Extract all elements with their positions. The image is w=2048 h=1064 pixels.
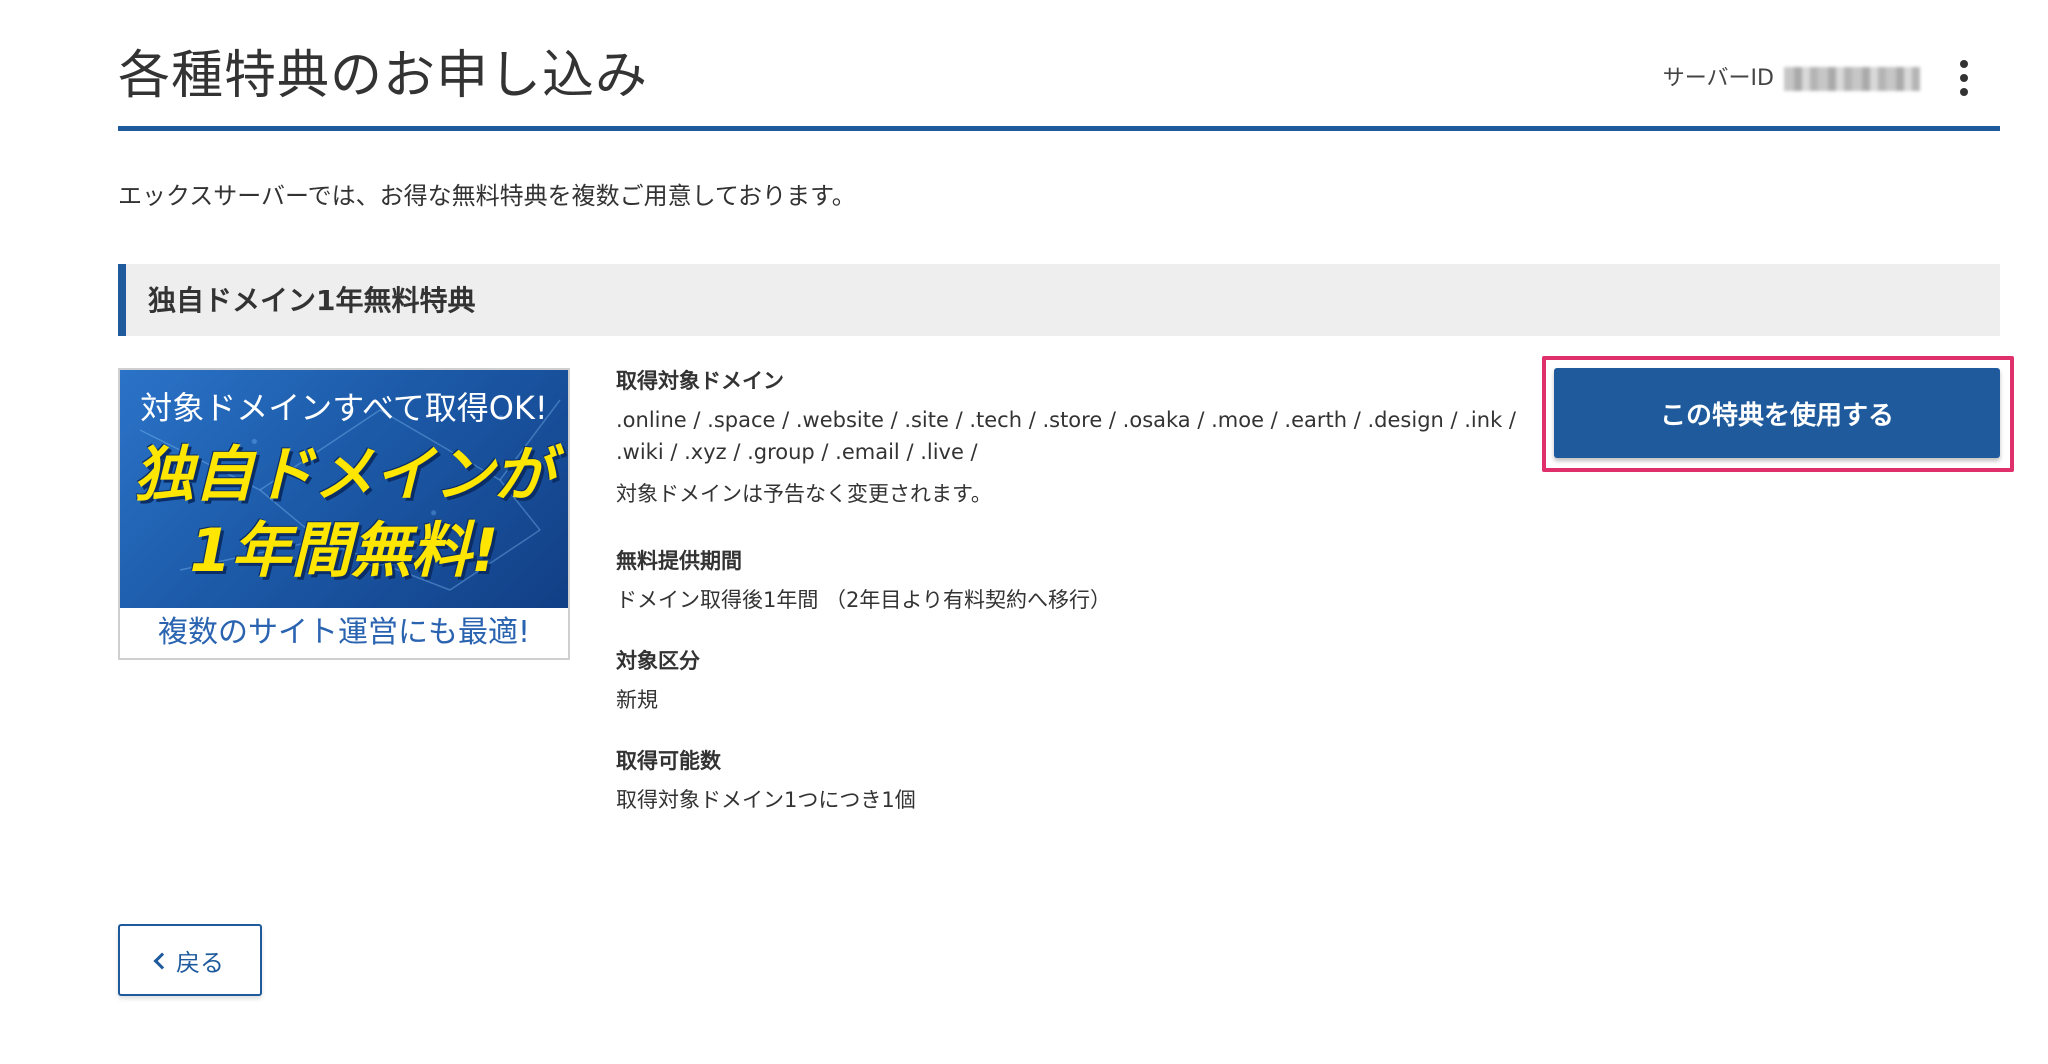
detail-label: 取得可能数 — [616, 749, 721, 773]
kebab-menu-icon[interactable] — [1952, 58, 1976, 98]
detail-label: 対象区分 — [616, 649, 700, 673]
banner-line-1: 対象ドメインすべて取得OK! — [140, 389, 548, 427]
banner-bottom: 複数のサイト運営にも最適! — [120, 608, 568, 658]
detail-note: 対象ドメインは予告なく変更されます。 — [616, 482, 992, 506]
detail-value: 取得対象ドメイン1つにつき1個 — [616, 788, 916, 812]
back-button-label: 戻る — [176, 948, 224, 977]
section-title: 独自ドメイン1年無料特典 — [148, 284, 476, 317]
back-button[interactable]: 戻る — [118, 924, 262, 996]
banner-line-3: 1年間無料! — [189, 516, 499, 586]
detail-value: ドメイン取得後1年間 （2年目より有料契約へ移行） — [616, 588, 1111, 612]
detail-target-domains: 取得対象ドメイン .online / .space / .website / .… — [616, 366, 1556, 510]
detail-label: 取得対象ドメイン — [616, 369, 784, 393]
server-id-value-redacted — [1784, 67, 1920, 91]
page: 各種特典のお申し込み サーバーID エックスサーバーでは、お得な無料特典を複数ご… — [118, 0, 2014, 1064]
page-header: 各種特典のお申し込み サーバーID — [118, 40, 2000, 131]
intro-text: エックスサーバーでは、お得な無料特典を複数ご用意しております。 — [118, 182, 856, 210]
detail-value: 新規 — [616, 688, 658, 712]
promo-banner: 対象ドメインすべて取得OK! 独自ドメインが 1年間無料! 複数のサイト運営にも… — [118, 368, 570, 660]
banner-top: 対象ドメインすべて取得OK! 独自ドメインが 1年間無料! — [120, 370, 568, 608]
section-header: 独自ドメイン1年無料特典 — [118, 264, 2000, 336]
banner-line-2: 独自ドメインが — [134, 440, 554, 510]
detail-label: 無料提供期間 — [616, 549, 742, 573]
detail-value: .online / .space / .website / .site / .t… — [616, 408, 1516, 464]
detail-category: 対象区分 新規 — [616, 646, 1556, 716]
banner-line-4: 複数のサイト運営にも最適! — [157, 615, 531, 650]
detail-quantity: 取得可能数 取得対象ドメイン1つにつき1個 — [616, 746, 1556, 816]
use-benefit-button[interactable]: この特典を使用する — [1554, 368, 2000, 458]
server-id-label: サーバーID — [1662, 66, 1774, 91]
chevron-left-icon — [153, 952, 171, 970]
server-id: サーバーID — [1663, 64, 1920, 94]
detail-free-period: 無料提供期間 ドメイン取得後1年間 （2年目より有料契約へ移行） — [616, 546, 1556, 616]
page-title: 各種特典のお申し込み — [118, 46, 649, 106]
